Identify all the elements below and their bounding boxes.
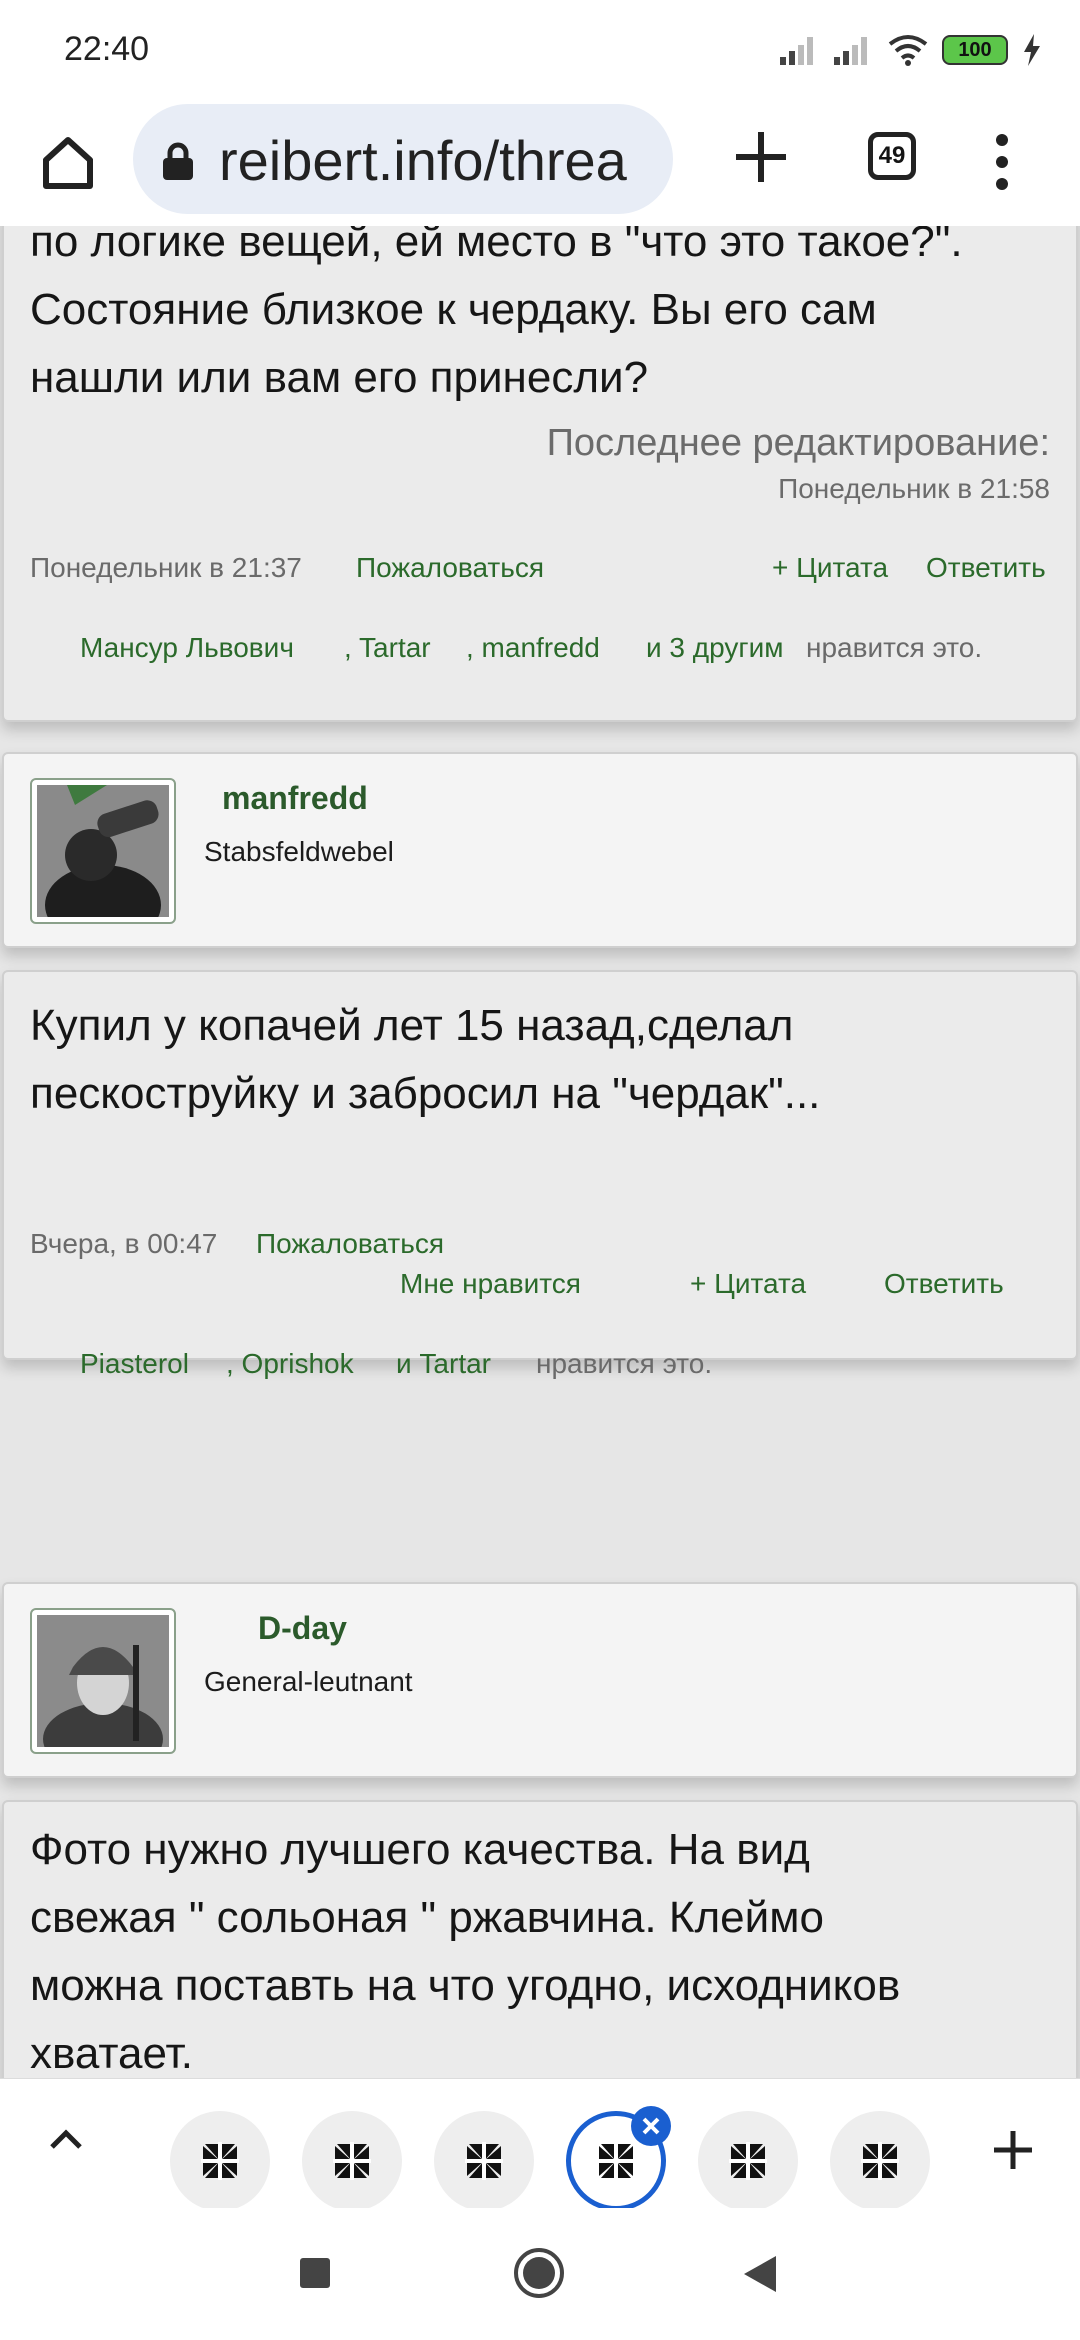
- new-tab-button[interactable]: [730, 126, 792, 188]
- tab-item-active[interactable]: [566, 2106, 671, 2211]
- post-body: по логике вещей, ей место в "что это так…: [30, 226, 963, 412]
- tab-item[interactable]: [302, 2111, 402, 2211]
- author-card: D-day General-leutnant: [2, 1582, 1078, 1778]
- iron-cross-icon: [729, 2142, 767, 2180]
- post-body: Фото нужно лучшего качества. На вид свеж…: [30, 1816, 900, 2078]
- tab-item[interactable]: [830, 2111, 930, 2211]
- likes-suffix: нравится это.: [536, 1348, 713, 1379]
- post-body: Купил у копачей лет 15 назад,сделал песк…: [30, 992, 820, 1128]
- iron-cross-icon: [861, 2142, 899, 2180]
- menu-icon[interactable]: [990, 132, 1014, 192]
- like-link[interactable]: Мне нравится: [400, 1268, 581, 1300]
- status-bar: 22:40 100: [0, 0, 1080, 98]
- reply-link[interactable]: Ответить: [926, 552, 1046, 584]
- add-tab-button[interactable]: [990, 2127, 1036, 2173]
- battery-icon: 100: [942, 35, 1008, 65]
- likes-others-link[interactable]: и 3 другим: [646, 632, 783, 664]
- post-text-line: нашли или вам его принесли?: [30, 353, 649, 402]
- avatar-image: [37, 1615, 169, 1747]
- url-text[interactable]: reibert.info/threa: [219, 128, 659, 193]
- edited-label: Последнее редактирование:: [546, 422, 1050, 464]
- avatar[interactable]: [30, 1608, 176, 1754]
- post-text-line: Состояние близкое к чердаку. Вы его сам: [30, 285, 877, 334]
- system-nav-bar: [0, 2208, 1080, 2340]
- post-date[interactable]: Вчера, в 00:47: [30, 1228, 217, 1260]
- quote-link[interactable]: + Цитата: [690, 1268, 806, 1300]
- tab-item[interactable]: [698, 2111, 798, 2211]
- thread-content[interactable]: по логике вещей, ей место в "что это так…: [0, 226, 1080, 2078]
- report-link[interactable]: Пожаловаться: [356, 552, 544, 584]
- author-rank: Stabsfeldwebel: [204, 836, 394, 867]
- edited-time: Понедельник в 21:58: [778, 473, 1050, 504]
- post-card: по логике вещей, ей место в "что это так…: [2, 226, 1078, 722]
- lock-icon: [163, 142, 193, 180]
- tab-switcher-button[interactable]: 49: [868, 132, 916, 180]
- iron-cross-icon: [465, 2142, 503, 2180]
- author-username[interactable]: manfredd: [222, 780, 368, 817]
- post-text-line: можна поставть на что угодно, исходников: [30, 1961, 901, 2010]
- home-button[interactable]: [34, 128, 102, 196]
- charging-icon: [1024, 34, 1040, 66]
- close-icon: [642, 2117, 660, 2135]
- post-text-line: по логике вещей, ей место в "что это так…: [30, 226, 963, 266]
- author-rank: General-leutnant: [204, 1666, 413, 1697]
- tab-item[interactable]: [434, 2111, 534, 2211]
- tab-item[interactable]: [170, 2111, 270, 2211]
- wifi-icon: [888, 35, 928, 66]
- status-icons: 100: [780, 28, 1042, 72]
- tab-strip: [0, 2078, 1080, 2211]
- likes-user-link[interactable]: и Tartar: [396, 1348, 491, 1380]
- reply-link[interactable]: Ответить: [884, 1268, 1004, 1300]
- post-card: Купил у копачей лет 15 назад,сделал песк…: [2, 970, 1078, 1379]
- likes-user-link[interactable]: , Oprishok: [226, 1348, 354, 1380]
- post-text-line: Купил у копачей лет 15 назад,сделал: [30, 1001, 794, 1050]
- back-button[interactable]: [742, 2254, 778, 2294]
- post-card: Фото нужно лучшего качества. На вид свеж…: [2, 1800, 1078, 2078]
- post-text-line: Фото нужно лучшего качества. На вид: [30, 1825, 810, 1874]
- iron-cross-icon: [597, 2142, 635, 2180]
- iron-cross-icon: [201, 2142, 239, 2180]
- signal-icon: [834, 37, 867, 65]
- likes-user-link[interactable]: Piasterol: [80, 1348, 189, 1380]
- home-icon: [43, 137, 93, 189]
- home-nav-button[interactable]: [512, 2246, 566, 2300]
- post-text-line: хватает.: [30, 2029, 194, 2078]
- signal-icon: [780, 37, 813, 65]
- collapse-tabs-button[interactable]: [46, 2119, 86, 2159]
- likes-suffix: нравится это.: [806, 632, 983, 663]
- author-card: manfredd Stabsfeldwebel: [2, 752, 1078, 948]
- url-bar[interactable]: reibert.info/threa: [133, 104, 673, 214]
- iron-cross-icon: [333, 2142, 371, 2180]
- status-time: 22:40: [64, 30, 150, 68]
- edit-note: Последнее редактирование: Понедельник в …: [547, 422, 1050, 505]
- quote-link[interactable]: + Цитата: [772, 552, 888, 584]
- recents-button[interactable]: [298, 2256, 332, 2290]
- post-text-line: свежая " сольоная " ржавчина. Клеймо: [30, 1893, 824, 1942]
- likes-user-link[interactable]: Мансур Львович: [80, 632, 294, 664]
- avatar[interactable]: [30, 778, 176, 924]
- author-username[interactable]: D-day: [258, 1610, 347, 1647]
- report-link[interactable]: Пожаловаться: [256, 1228, 444, 1260]
- likes-user-link[interactable]: , Tartar: [344, 632, 431, 664]
- browser-toolbar: reibert.info/threa 49: [0, 98, 1080, 226]
- post-date[interactable]: Понедельник в 21:37: [30, 552, 302, 584]
- post-text-line: пескоструйку и забросил на "чердак"...: [30, 1069, 821, 1118]
- likes-user-link[interactable]: , manfredd: [466, 632, 600, 664]
- avatar-image: [37, 785, 169, 917]
- close-tab-button[interactable]: [631, 2106, 671, 2146]
